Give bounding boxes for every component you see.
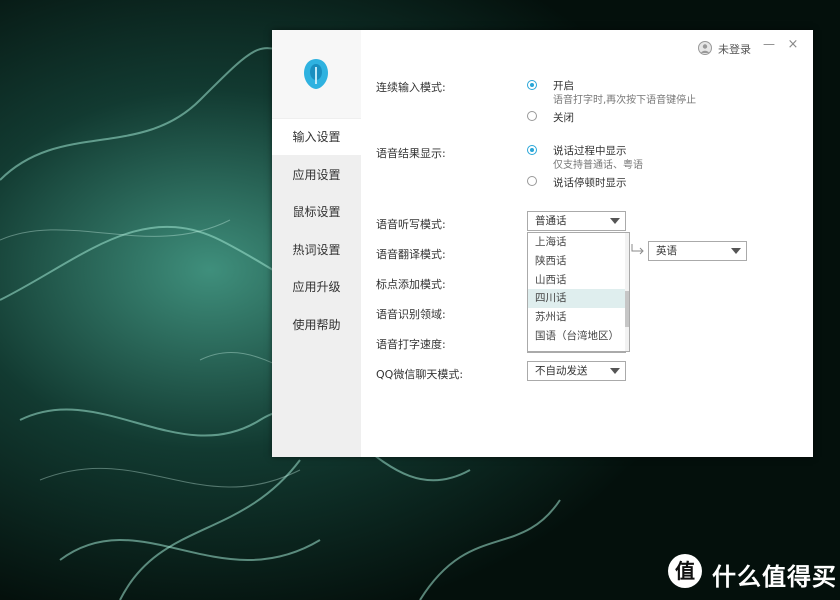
result-display-label: 语音结果显示: [376,147,446,160]
qq-wechat-mode-value: 不自动发送 [535,365,588,377]
continuous-input-on-radio[interactable] [527,80,537,90]
nav-item-mouse-settings[interactable]: 鼠标设置 [272,194,361,230]
translate-arrow-icon [631,244,644,255]
punctuation-mode-label: 标点添加模式: [376,278,446,291]
dropdown-option-taiwan-mandarin[interactable]: 国语（台湾地区） [528,327,629,346]
nav-item-app-settings[interactable]: 应用设置 [272,157,361,193]
chevron-down-icon [731,248,741,254]
display-on-pause-radio[interactable] [527,176,537,186]
dropdown-option-shaanxi[interactable]: 陕西话 [528,252,629,271]
chevron-down-icon [610,368,620,374]
close-button[interactable]: × [786,37,800,52]
watermark-badge: 值 [668,554,702,588]
dictation-mode-label: 语音听写模式: [376,218,446,231]
settings-window: 输入设置 应用设置 鼠标设置 热词设置 应用升级 使用帮助 未登录 — × 连续… [272,30,813,457]
minimize-button[interactable]: — [762,37,776,51]
recognition-domain-label: 语音识别领域: [376,308,446,321]
dictation-mode-value: 普通话 [535,215,567,227]
nav-item-app-upgrade[interactable]: 应用升级 [272,269,361,305]
dropdown-option-shanghai[interactable]: 上海话 [528,233,629,252]
display-on-pause-text: 说话停顿时显示 [553,177,627,189]
nav-item-hotword-settings[interactable]: 热词设置 [272,232,361,268]
app-logo [272,30,361,118]
chevron-down-icon [610,218,620,224]
nav-item-help[interactable]: 使用帮助 [272,307,361,343]
display-while-speaking-radio[interactable] [527,145,537,155]
typing-speed-label: 语音打字速度: [376,338,446,351]
translation-target-select[interactable]: 英语 [648,241,747,261]
dialect-dropdown-list[interactable]: 上海话 陕西话 山西话 四川话 苏州话 国语（台湾地区） [527,232,630,352]
sidebar: 输入设置 应用设置 鼠标设置 热词设置 应用升级 使用帮助 [272,30,361,457]
microphone-logo-icon [304,59,328,89]
qq-wechat-mode-label: QQ微信聊天模式: [376,368,464,381]
continuous-input-label: 连续输入模式: [376,81,446,94]
nav-item-input-settings[interactable]: 输入设置 [272,119,361,155]
continuous-input-off-radio[interactable] [527,111,537,121]
login-status[interactable]: 未登录 [718,41,751,57]
dictation-mode-select[interactable]: 普通话 [527,211,626,231]
translation-mode-label: 语音翻译模式: [376,248,446,261]
dropdown-option-suzhou[interactable]: 苏州话 [528,308,629,327]
qq-wechat-mode-select[interactable]: 不自动发送 [527,361,626,381]
user-avatar-icon[interactable] [698,41,712,55]
dropdown-scrollbar-thumb[interactable] [625,291,629,327]
display-while-speaking-desc: 仅支持普通话、粤语 [553,160,643,171]
translation-target-value: 英语 [656,245,677,257]
dropdown-option-shanxi[interactable]: 山西话 [528,271,629,290]
continuous-input-on-desc: 语音打字时,再次按下语音键停止 [553,95,697,106]
continuous-input-off-text: 关闭 [553,112,574,124]
dropdown-option-sichuan[interactable]: 四川话 [528,289,629,309]
watermark-text: 什么值得买 [712,563,837,591]
